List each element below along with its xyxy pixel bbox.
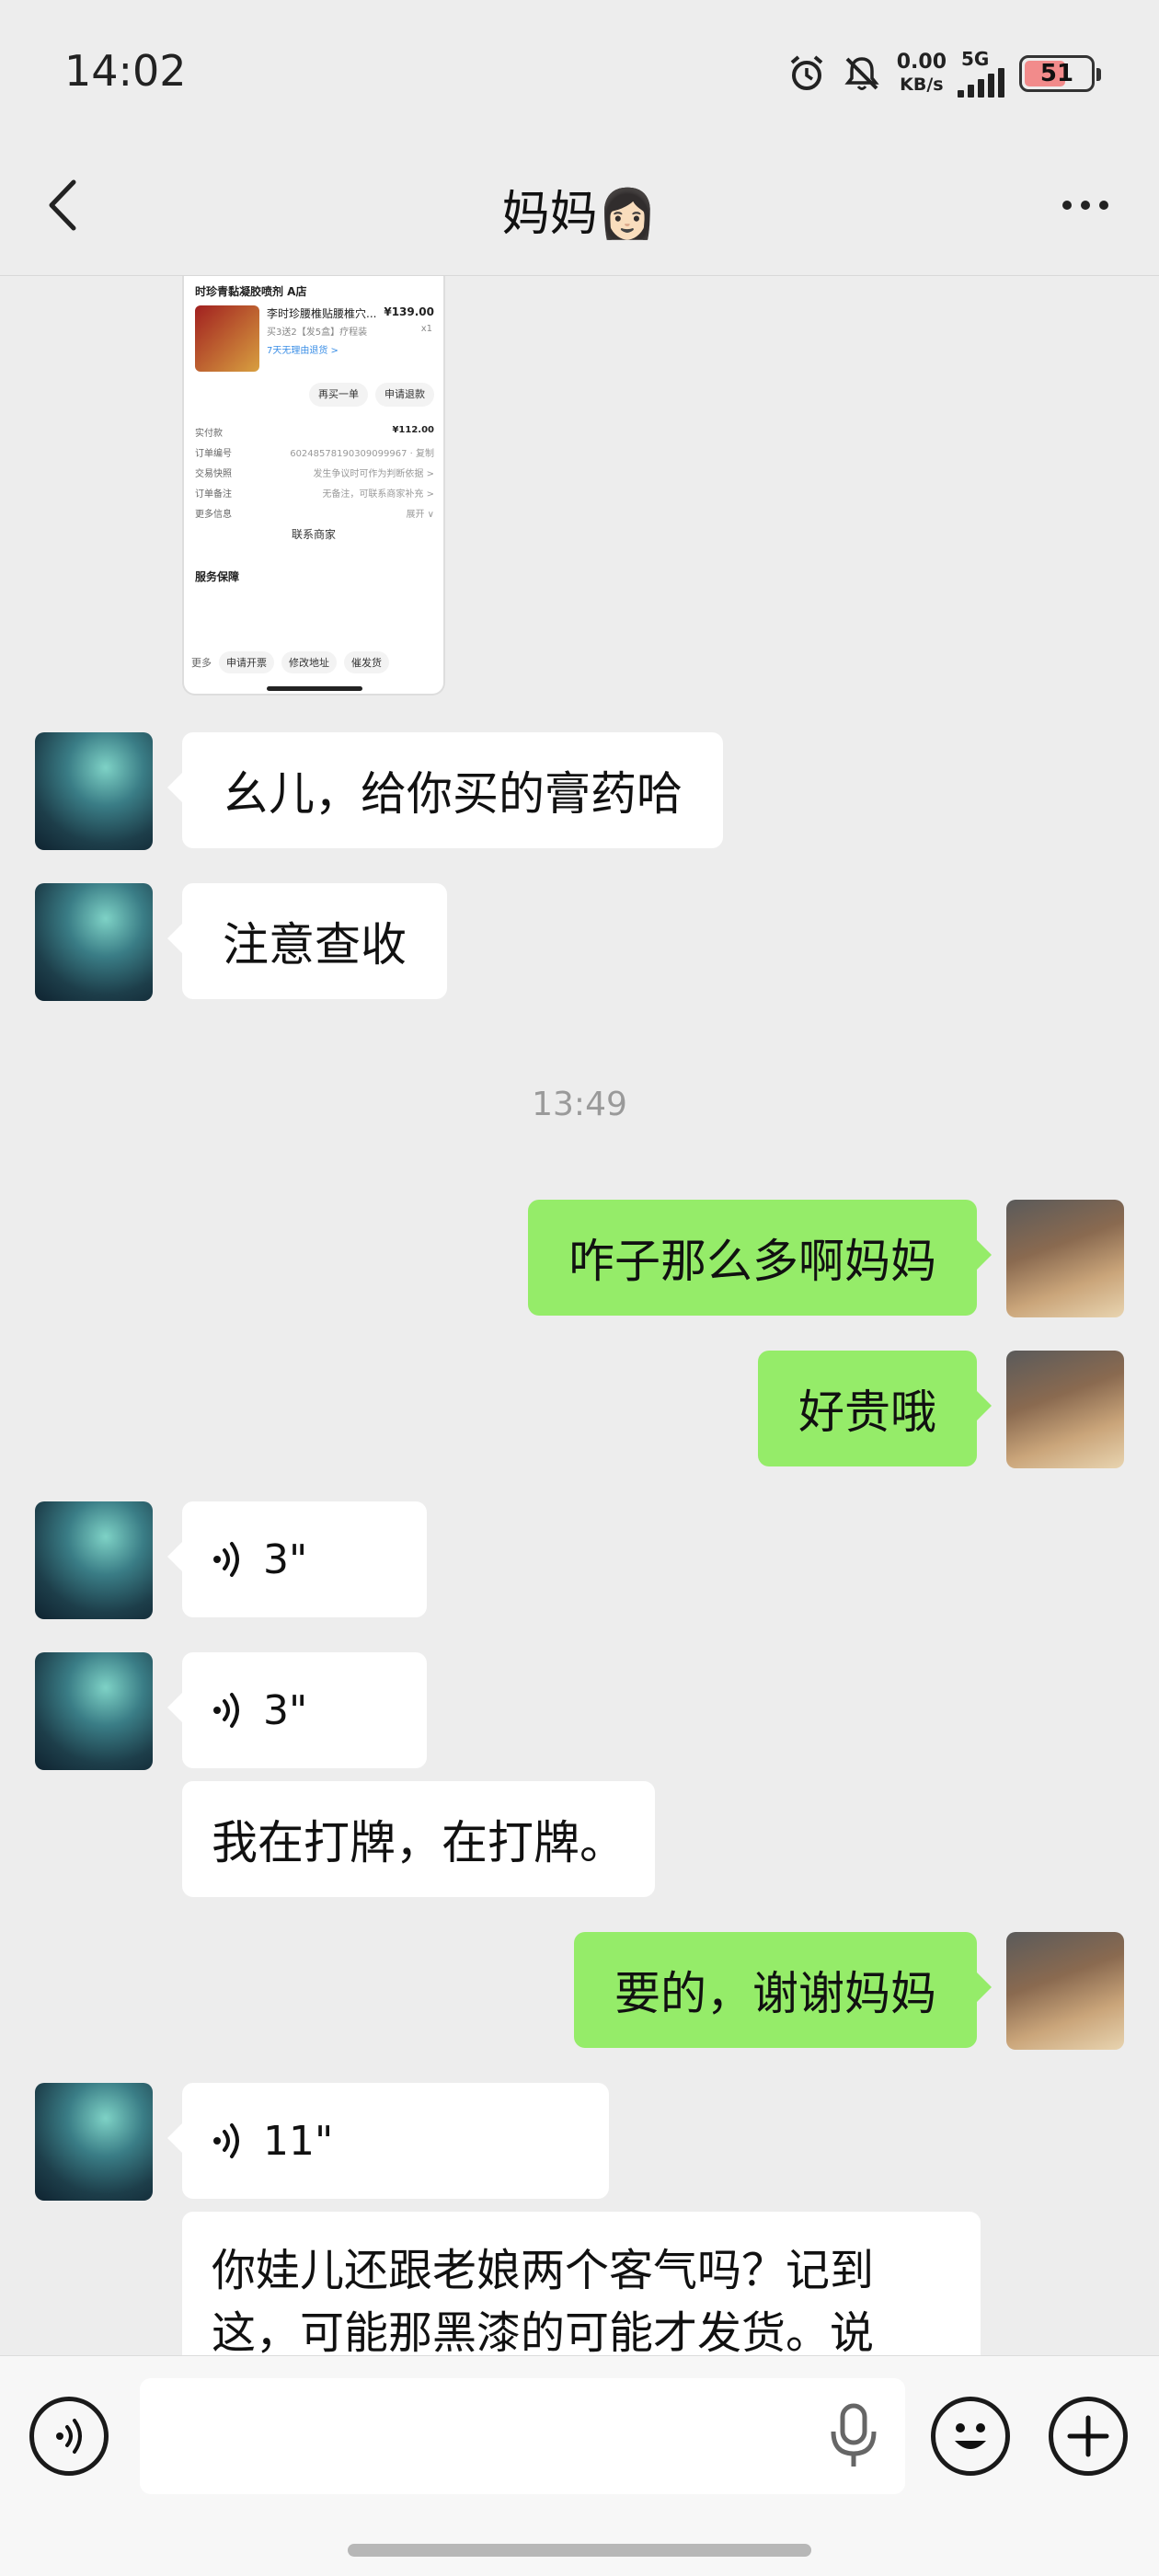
network-type: 5G	[961, 48, 990, 70]
voice-wave-icon	[213, 2123, 239, 2158]
battery-level: 51	[1039, 60, 1074, 87]
message-bubble[interactable]: 咋子那么多啊妈妈	[528, 1200, 992, 1316]
timestamp: 13:49	[532, 1086, 627, 1123]
status-bar: 14:02 0.00 KB/s 5G 51	[0, 0, 1159, 147]
status-time: 14:02	[64, 46, 187, 96]
voice-message[interactable]: 11"	[167, 2083, 609, 2199]
status-icons: 0.00 KB/s 5G 51	[786, 48, 1101, 98]
trade-row: 交易快照 发生争议时可作为判断依据 >	[195, 469, 434, 479]
avatar-me[interactable]	[1006, 1932, 1124, 2050]
product-name: 李时珍腰椎贴腰椎穴...	[267, 307, 377, 320]
avatar-mom[interactable]	[35, 1652, 153, 1770]
message-bubble[interactable]: 好贵哦	[758, 1351, 992, 1466]
service-title: 服务保障	[195, 570, 240, 583]
voice-message[interactable]: 3"	[167, 1501, 427, 1617]
more-info-row: 更多信息 展开 ∨	[195, 510, 434, 520]
input-bar	[0, 2355, 1159, 2576]
chat-messages[interactable]: 时珍青黏凝胶喷剂 A店 李时珍腰椎贴腰椎穴... ¥139.00 买3送2【发5…	[0, 276, 1159, 2355]
buy-again-button: 再买一单	[309, 383, 368, 407]
voice-wave-icon	[213, 1693, 239, 1728]
shop-name: 时珍青黏凝胶喷剂 A店	[195, 285, 307, 298]
remark-row: 订单备注 无备注，可联系商家补充 >	[195, 489, 434, 500]
net-speed: 0.00 KB/s	[897, 52, 947, 96]
message-input[interactable]	[140, 2378, 905, 2494]
product-qty: x1	[420, 324, 432, 334]
order-bottom-bar: 更多 申请开票 修改地址 催发货	[184, 644, 443, 681]
alarm-icon	[790, 55, 823, 90]
product-spec: 买3送2【发5盒】疗程装	[267, 328, 368, 338]
voice-transcription[interactable]: 你娃儿还跟老娘两个客气吗？记到这，可能那黑漆的可能才发货。说	[182, 2212, 981, 2355]
product-price: ¥139.00	[384, 305, 434, 318]
product-thumbnail	[195, 305, 259, 372]
emoji-icon[interactable]	[931, 2397, 1010, 2476]
refund-button: 申请退款	[375, 383, 434, 407]
voice-transcription[interactable]: 我在打牌，在打牌。	[182, 1781, 655, 1897]
avatar-me[interactable]	[1006, 1351, 1124, 1468]
more-options-icon[interactable]	[1049, 182, 1122, 228]
net-speed-value: 0.00	[896, 51, 947, 74]
screenshot-home-bar	[267, 686, 362, 691]
return-tag: 7天无理由退货 >	[267, 346, 339, 356]
voice-message[interactable]: 3"	[167, 1652, 427, 1768]
avatar-mom[interactable]	[35, 2083, 153, 2201]
voice-wave-icon	[213, 1542, 239, 1577]
order-no-row: 订单编号 60248578190309099967 · 复制	[195, 449, 434, 459]
avatar-me[interactable]	[1006, 1200, 1124, 1317]
voice-duration: 11"	[263, 2117, 334, 2165]
mute-bell-icon	[844, 57, 879, 90]
paid-row: 实付款 ¥112.00	[195, 425, 434, 439]
net-speed-unit: KB/s	[900, 75, 944, 95]
avatar-mom[interactable]	[35, 732, 153, 850]
message-bubble[interactable]: 幺儿，给你买的膏药哈	[167, 732, 723, 848]
avatar-mom[interactable]	[35, 883, 153, 1001]
avatar-mom[interactable]	[35, 1501, 153, 1619]
signal-icon: 5G	[958, 48, 1004, 98]
voice-icon[interactable]	[29, 2397, 109, 2476]
voice-duration: 3"	[263, 1686, 308, 1734]
battery-icon: 51	[1019, 55, 1101, 92]
order-screenshot-image[interactable]: 时珍青黏凝胶喷剂 A店 李时珍腰椎贴腰椎穴... ¥139.00 买3送2【发5…	[182, 276, 445, 696]
microphone-icon[interactable]	[826, 2402, 881, 2470]
voice-duration: 3"	[263, 1535, 308, 1583]
chat-title: 妈妈👩🏻	[501, 187, 658, 242]
plus-icon[interactable]	[1049, 2397, 1128, 2476]
home-indicator[interactable]	[348, 2544, 811, 2557]
chat-header: 妈妈👩🏻	[0, 147, 1159, 276]
message-bubble[interactable]: 注意查收	[167, 883, 447, 999]
message-bubble[interactable]: 要的，谢谢妈妈	[574, 1932, 992, 2048]
contact-seller: 联系商家	[291, 528, 336, 541]
